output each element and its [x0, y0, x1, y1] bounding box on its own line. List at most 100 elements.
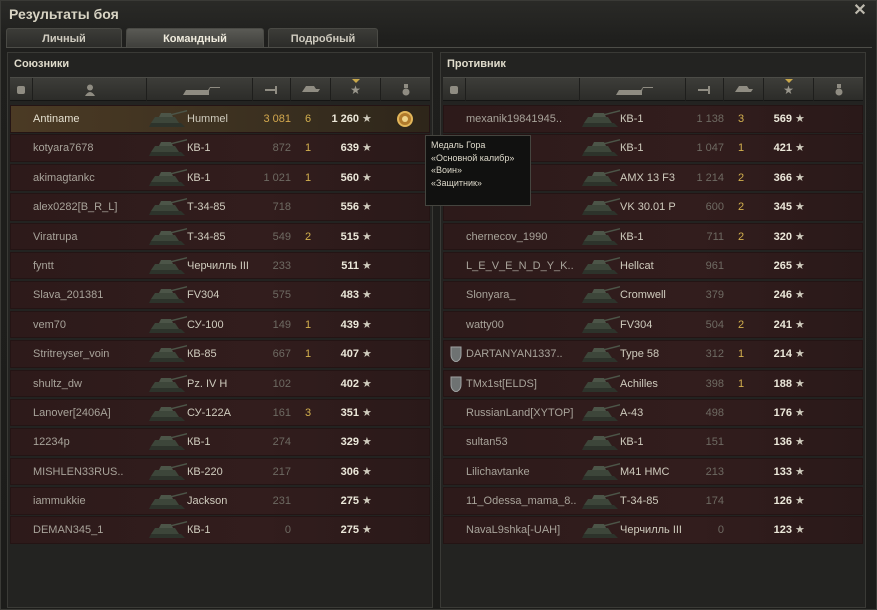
table-row[interactable]: TMx1st[ELDS] Achilles 398 1 188 ★	[443, 369, 863, 398]
damage-icon[interactable]	[685, 78, 723, 101]
player-name: Slonyara_	[466, 289, 516, 302]
player-name: Lanover[2406A]	[33, 406, 111, 419]
xp-value: 639	[340, 142, 359, 155]
xp-star-icon[interactable]: ★	[330, 78, 380, 101]
kills-value	[734, 282, 748, 308]
table-row[interactable]: 12234p КВ-1 274 329 ★	[10, 428, 430, 456]
table-row[interactable]: Slonyara_ Cromwell 379 246 ★	[443, 281, 863, 309]
medal-icon[interactable]	[395, 109, 415, 129]
star-icon: ★	[795, 142, 805, 155]
table-row[interactable]: Lilichavtanke M41 HMC 213 133 ★	[443, 457, 863, 486]
tank-icon	[147, 342, 191, 366]
table-row[interactable]: sultan53 КВ-1 151 136 ★	[443, 428, 863, 456]
xp-star-icon[interactable]: ★	[763, 78, 813, 101]
kills-icon[interactable]	[723, 78, 763, 101]
kills-value	[734, 517, 748, 543]
star-icon: ★	[795, 318, 805, 331]
player-name: Viratrupa	[33, 230, 78, 243]
damage-icon[interactable]	[252, 78, 290, 101]
damage-value: 149	[272, 318, 291, 331]
tank-icon	[580, 460, 624, 484]
xp-value: 133	[773, 465, 792, 478]
damage-value: 549	[272, 230, 291, 243]
squad-icon[interactable]	[10, 78, 32, 101]
tank-name: Hellcat	[620, 259, 654, 272]
damage-value: 102	[272, 377, 291, 390]
enemies-title: Противник	[447, 58, 506, 70]
player-name: RussianLand[XYTOP]	[466, 406, 574, 419]
star-icon: ★	[795, 348, 805, 361]
star-icon: ★	[362, 406, 372, 419]
damage-value: 217	[272, 465, 291, 478]
kills-value	[734, 429, 748, 455]
kills-value: 2	[737, 171, 745, 184]
table-row[interactable]: Viratrupa Т-34-85 549 2 515 ★	[10, 222, 430, 251]
table-row[interactable]: DEMAN345_1 КВ-1 0 275 ★	[10, 516, 430, 544]
tab-personal[interactable]: Личный результат	[6, 28, 122, 65]
xp-value: 246	[773, 289, 792, 302]
player-name: NavaL9shka[-UAH]	[466, 524, 561, 537]
player-name: alex0282[B_R_L]	[33, 201, 118, 214]
table-row[interactable]: watty00 FV304 504 2 241 ★	[443, 310, 863, 339]
table-row[interactable]: vem70 СУ-100 149 1 439 ★	[10, 310, 430, 339]
player-icon[interactable]	[32, 78, 146, 101]
tank-icon	[580, 136, 624, 160]
table-row[interactable]: DARTANYAN1337.. Type 58 312 1 214 ★	[443, 340, 863, 368]
tank-name: КВ-85	[187, 348, 217, 361]
tooltip-line: Медаль Гора	[431, 140, 486, 150]
damage-value: 1 021	[263, 171, 291, 184]
xp-value: 351	[340, 406, 359, 419]
tank-icon	[147, 489, 191, 513]
tank-icon	[580, 313, 624, 337]
table-row[interactable]: akimagtankc КВ-1 1 021 1 560 ★	[10, 163, 430, 192]
table-row[interactable]: iammukkie Jackson 231 275 ★	[10, 487, 430, 515]
tank-name: Т-34-85	[187, 201, 226, 214]
table-row[interactable]: Stritreyser_voin КВ-85 667 1 407 ★	[10, 340, 430, 368]
xp-value: 275	[340, 495, 359, 508]
close-icon[interactable]: ✕	[852, 3, 868, 19]
kills-value	[301, 429, 315, 455]
damage-value: 498	[705, 406, 724, 419]
tank-icon	[147, 518, 191, 542]
squad-icon[interactable]	[443, 78, 465, 101]
enemies-column-header: ★	[443, 77, 863, 101]
tab-detailed[interactable]: Подробный отчёт	[268, 28, 378, 65]
star-icon: ★	[362, 171, 372, 184]
table-row[interactable]: alex0282[B_R_L] Т-34-85 718 556 ★	[10, 193, 430, 221]
kills-icon[interactable]	[290, 78, 330, 101]
player-name: shultz_dw	[33, 377, 82, 390]
table-row[interactable]: mexanik19841945.. КВ-1 1 138 3 569 ★	[443, 105, 863, 133]
table-row[interactable]: RussianLand[XYTOP] А-43 498 176 ★	[443, 398, 863, 427]
player-name: iammukkie	[33, 495, 86, 508]
table-row[interactable]: kotyara7678 КВ-1 872 1 639 ★	[10, 134, 430, 162]
table-row[interactable]: shultz_dw Pz. IV H 102 402 ★	[10, 369, 430, 398]
table-row[interactable]: L_E_V_E_N_D_Y_K.. Hellcat 961 265 ★	[443, 251, 863, 280]
table-row[interactable]: Lanover[2406A] СУ-122А 161 3 351 ★	[10, 398, 430, 427]
table-row[interactable]: chernecov_1990 КВ-1 711 2 320 ★	[443, 222, 863, 251]
xp-value: 421	[773, 142, 792, 155]
xp-value: 407	[340, 348, 359, 361]
medals-icon[interactable]	[380, 78, 430, 101]
table-row[interactable]: 11_Odessa_mama_8.. Т-34-85 174 126 ★	[443, 487, 863, 515]
tab-team[interactable]: Командный результат	[126, 28, 264, 65]
table-row[interactable]: MISHLEN33RUS.. КВ-220 217 306 ★	[10, 457, 430, 486]
tank-icon	[580, 430, 624, 454]
tank-name: VK 30.01 P	[620, 201, 676, 214]
table-row[interactable]: Antiname Hummel 3 081 6 1 260 ★	[10, 105, 430, 133]
medals-icon[interactable]	[813, 78, 863, 101]
xp-value: 265	[773, 259, 792, 272]
tank-icon	[147, 107, 191, 131]
table-row[interactable]: fyntt Черчилль III 233 511 ★	[10, 251, 430, 280]
kills-value	[301, 459, 315, 485]
player-icon[interactable]	[465, 78, 579, 101]
tank-name: Черчилль III	[620, 524, 682, 537]
table-row[interactable]: Slava_201381 FV304 575 483 ★	[10, 281, 430, 309]
tank-icon[interactable]	[146, 78, 252, 101]
star-icon: ★	[362, 289, 372, 302]
xp-value: 123	[773, 524, 792, 537]
tank-icon[interactable]	[579, 78, 685, 101]
tank-icon	[580, 342, 624, 366]
star-icon: ★	[795, 377, 805, 390]
xp-value: 136	[773, 436, 792, 449]
table-row[interactable]: NavaL9shka[-UAH] Черчилль III 0 123 ★	[443, 516, 863, 544]
